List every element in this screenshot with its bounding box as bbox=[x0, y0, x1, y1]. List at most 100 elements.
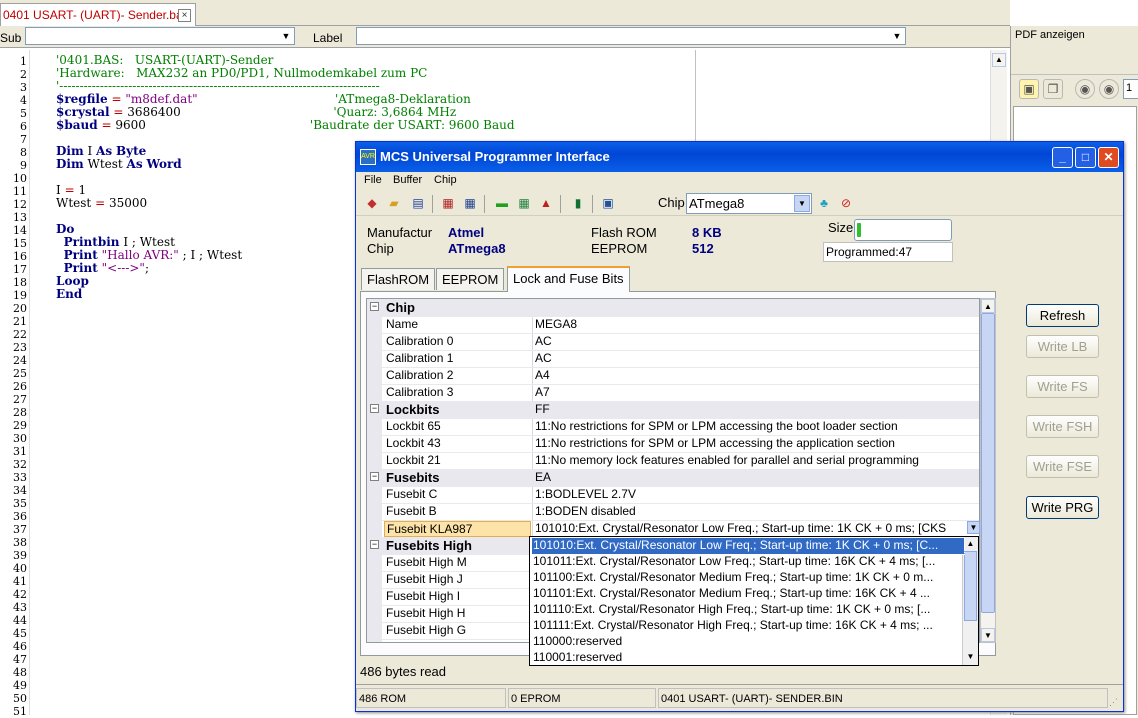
fuse-option[interactable]: 110001:reserved bbox=[532, 650, 964, 665]
collapse-icon[interactable]: − bbox=[370, 472, 379, 481]
next-page-icon[interactable]: ◉ bbox=[1099, 79, 1119, 99]
pdf-toolbar: ▣ ❐ ◉ ◉ 1 bbox=[1011, 74, 1138, 104]
label-combo[interactable]: ▼ bbox=[356, 27, 906, 45]
collapse-icon[interactable]: − bbox=[370, 404, 379, 413]
property-value[interactable]: MEGA8 bbox=[535, 317, 979, 333]
code-line[interactable]: End bbox=[56, 288, 82, 301]
fuse-option[interactable]: 101111:Ext. Crystal/Resonator High Freq.… bbox=[532, 618, 964, 634]
fuse-option[interactable]: 110000:reserved bbox=[532, 634, 964, 650]
scroll-thumb[interactable] bbox=[964, 551, 977, 621]
grid-category[interactable]: − Lockbits FF bbox=[367, 401, 979, 418]
sub-combo[interactable]: ▼ bbox=[25, 27, 295, 45]
property-value[interactable]: 11:No restrictions for SPM or LPM access… bbox=[535, 436, 979, 452]
write-lb-button[interactable]: Write LB bbox=[1026, 335, 1099, 358]
grid-row[interactable]: Calibration 1 AC bbox=[367, 350, 979, 367]
grid-scrollbar[interactable]: ▲ ▼ bbox=[980, 298, 996, 643]
grid-row[interactable]: Lockbit 65 11:No restrictions for SPM or … bbox=[367, 418, 979, 435]
property-name: Fusebit High H bbox=[386, 606, 466, 620]
copy-icon[interactable]: ❐ bbox=[1043, 79, 1063, 99]
property-value[interactable]: 1:BODLEVEL 2.7V bbox=[535, 487, 979, 503]
property-name: Fusebit High M bbox=[386, 555, 467, 569]
refresh-button[interactable]: Refresh bbox=[1026, 304, 1099, 327]
collapse-icon[interactable]: − bbox=[370, 302, 379, 311]
dialog-toolbar: ◆ ▰ ▤ ▦ ▦ ▬ ▦ ▲ ▮ ▣ Chip ATmega8 ▼ ♣ ⊘ bbox=[356, 190, 1123, 216]
close-button[interactable]: ✕ bbox=[1098, 147, 1119, 168]
verify-icon[interactable]: ▬ bbox=[494, 195, 510, 211]
write-fse-button[interactable]: Write FSE bbox=[1026, 455, 1099, 478]
program-icon[interactable]: ▦ bbox=[516, 195, 532, 211]
fuse-dropdown-arrow-icon[interactable]: ▼ bbox=[967, 521, 980, 534]
row-indent bbox=[367, 588, 382, 605]
property-value[interactable]: A4 bbox=[535, 368, 979, 384]
grid-row[interactable]: Calibration 2 A4 bbox=[367, 367, 979, 384]
chip-write-icon[interactable]: ▦ bbox=[462, 195, 478, 211]
scroll-up-icon[interactable]: ▲ bbox=[963, 537, 978, 551]
code-line[interactable]: $baud = 9600 'Baudrate der USART: 9600 B… bbox=[56, 119, 515, 132]
property-value[interactable]: 1:BODEN disabled bbox=[535, 504, 979, 520]
grid-category[interactable]: − Chip bbox=[367, 299, 979, 316]
lock-icon[interactable]: ▲ bbox=[538, 195, 554, 211]
fuse-option[interactable]: 101101:Ext. Crystal/Resonator Medium Fre… bbox=[532, 586, 964, 602]
maximize-button[interactable]: □ bbox=[1075, 147, 1096, 168]
tab-eeprom[interactable]: EEPROM bbox=[436, 268, 505, 290]
scroll-up-icon[interactable]: ▲ bbox=[992, 53, 1006, 67]
fuse-option[interactable]: 101011:Ext. Crystal/Resonator Low Freq.;… bbox=[532, 554, 964, 570]
page-number-field[interactable]: 1 bbox=[1123, 79, 1138, 99]
grid-row[interactable]: Lockbit 43 11:No restrictions for SPM or … bbox=[367, 435, 979, 452]
property-value[interactable]: 101010:Ext. Crystal/Resonator Low Freq.;… bbox=[535, 521, 979, 537]
dialog-titlebar[interactable]: MCS Universal Programmer Interface bbox=[356, 142, 1123, 172]
tab-flashrom[interactable]: FlashROM bbox=[361, 268, 436, 290]
write-prg-button[interactable]: Write PRG bbox=[1026, 496, 1099, 519]
document-tab[interactable]: 0401 USART- (UART)- Sender.bas × bbox=[0, 3, 196, 26]
property-value[interactable]: AC bbox=[535, 351, 979, 367]
fuse-option-list[interactable]: ▲ ▼ 101010:Ext. Crystal/Resonator Low Fr… bbox=[529, 536, 979, 666]
chevron-down-icon: ▼ bbox=[281, 31, 291, 41]
code-line[interactable]: Wtest = 35000 bbox=[56, 197, 147, 210]
grid-row[interactable]: Calibration 0 AC bbox=[367, 333, 979, 350]
fuse-option[interactable]: 101010:Ext. Crystal/Resonator Low Freq.;… bbox=[531, 537, 965, 555]
save-icon[interactable]: ▤ bbox=[410, 195, 426, 211]
write-fs-button[interactable]: Write FS bbox=[1026, 375, 1099, 398]
grid-row[interactable]: Calibration 3 A7 bbox=[367, 384, 979, 401]
write-fsh-button[interactable]: Write FSH bbox=[1026, 415, 1099, 438]
power-icon[interactable]: ⊘ bbox=[838, 195, 854, 211]
menu-file[interactable]: File bbox=[364, 174, 382, 186]
property-name: Fusebit High J bbox=[386, 572, 463, 586]
property-value[interactable]: 11:No restrictions for SPM or LPM access… bbox=[535, 419, 979, 435]
menu-buffer[interactable]: Buffer bbox=[393, 174, 422, 186]
autodetect-icon[interactable]: ♣ bbox=[816, 195, 832, 211]
fuse-option[interactable]: 101100:Ext. Crystal/Resonator Medium Fre… bbox=[532, 570, 964, 586]
close-tab-icon[interactable]: × bbox=[178, 9, 191, 22]
grid-row[interactable]: Fusebit KLA987 101010:Ext. Crystal/Resona… bbox=[367, 520, 979, 537]
grid-category[interactable]: − Fusebits EA bbox=[367, 469, 979, 486]
fuse-option[interactable]: 101110:Ext. Crystal/Resonator High Freq.… bbox=[532, 602, 964, 618]
scroll-down-icon[interactable]: ▼ bbox=[981, 628, 995, 642]
grid-row[interactable]: Lockbit 21 11:No memory lock features ena… bbox=[367, 452, 979, 469]
menu-chip[interactable]: Chip bbox=[434, 174, 457, 186]
collapse-icon[interactable]: − bbox=[370, 540, 379, 549]
grid-row[interactable]: Name MEGA8 bbox=[367, 316, 979, 333]
chevron-down-icon[interactable]: ▼ bbox=[794, 195, 810, 212]
chip-select[interactable]: ATmega8 ▼ bbox=[686, 193, 812, 214]
scroll-thumb[interactable] bbox=[981, 313, 995, 613]
code-line[interactable]: Dim Wtest As Word bbox=[56, 158, 182, 171]
property-value[interactable]: 11:No memory lock features enabled for p… bbox=[535, 453, 979, 469]
previous-page-icon[interactable]: ◉ bbox=[1075, 79, 1095, 99]
manufacturer-label: Manufactur bbox=[367, 225, 433, 240]
grid-row[interactable]: Fusebit C 1:BODLEVEL 2.7V bbox=[367, 486, 979, 503]
list-scrollbar[interactable]: ▲ ▼ bbox=[962, 537, 978, 665]
property-value[interactable]: A7 bbox=[535, 385, 979, 401]
chip-read-icon[interactable]: ▦ bbox=[440, 195, 456, 211]
eraser-icon[interactable]: ◆ bbox=[364, 195, 380, 211]
minimize-button[interactable]: _ bbox=[1052, 147, 1073, 168]
grid-row[interactable]: Fusebit B 1:BODEN disabled bbox=[367, 503, 979, 520]
chip-icon[interactable]: ▮ bbox=[570, 195, 586, 211]
scroll-down-icon[interactable]: ▼ bbox=[963, 650, 978, 664]
open-folder-icon[interactable]: ▣ bbox=[1019, 79, 1039, 99]
book-icon[interactable]: ▣ bbox=[600, 195, 616, 211]
scroll-up-icon[interactable]: ▲ bbox=[981, 299, 995, 313]
tab-lock-and-fuse-bits[interactable]: Lock and Fuse Bits bbox=[507, 266, 630, 292]
property-value[interactable]: AC bbox=[535, 334, 979, 350]
resize-grip-icon[interactable]: ⋰ bbox=[1109, 697, 1121, 709]
open-folder-icon[interactable]: ▰ bbox=[386, 195, 402, 211]
